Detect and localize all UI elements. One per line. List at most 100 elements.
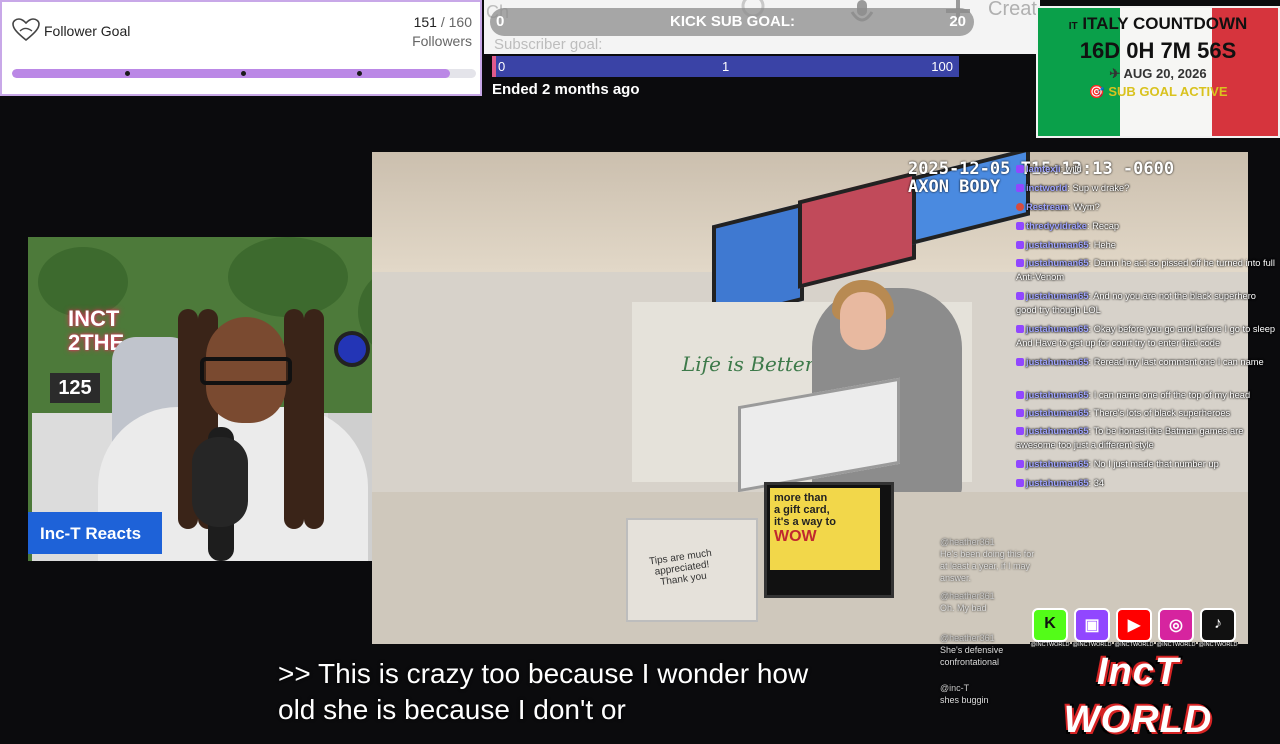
countdown-title-text: ITALY COUNTDOWN	[1082, 14, 1248, 33]
follower-target: 160	[448, 14, 472, 30]
chat-username[interactable]: justahuman65	[1026, 291, 1089, 301]
chat-username[interactable]: justahuman65	[1026, 478, 1089, 488]
streamer-hair	[304, 309, 324, 529]
subscriber-goal-end: 100	[931, 59, 953, 74]
pos-ad: more than a gift card, it's a way to WOW	[770, 488, 880, 570]
brand-logo: IncT WORLD	[1063, 651, 1213, 741]
chat-text: No I just made that number up	[1093, 459, 1219, 469]
youtube-icon[interactable]: ▶	[1116, 608, 1152, 642]
instagram-icon[interactable]: ◎	[1158, 608, 1194, 642]
chat-message: justahuman65: No I just made that number…	[1016, 457, 1278, 471]
kick-glyph: K	[1044, 615, 1056, 632]
chat-username[interactable]: justahuman65	[1026, 258, 1089, 268]
chat-text: Wym?	[1073, 202, 1100, 212]
kick-goal-target: 20	[949, 13, 966, 30]
employee-face	[840, 292, 886, 350]
countdown-title: IT ITALY COUNTDOWN	[1038, 14, 1278, 34]
chat-text: Recap	[1092, 221, 1120, 231]
subscriber-goal-label: Subscriber goal:	[494, 36, 603, 53]
webcam-badge-label: Inc-T Reacts	[40, 524, 142, 543]
chat-username[interactable]: justahuman65	[1026, 459, 1089, 469]
chat-message: justahuman65: I can name one off the top…	[1016, 388, 1278, 402]
chat-username[interactable]: thredyvidrake	[1026, 221, 1087, 231]
tiktok-icon[interactable]: ♪	[1200, 608, 1236, 642]
blue-light	[334, 331, 370, 367]
follower-current: 151	[413, 14, 437, 30]
overlay-chat-username: @inc-T	[940, 683, 970, 693]
chat-message: justahuman65: Reread my last comment one…	[1016, 355, 1278, 369]
subtitle-line2: old she is because I don't or	[278, 694, 626, 725]
countdown-time: 16D 0H 7M 56S	[1079, 38, 1237, 63]
foliage	[228, 237, 348, 317]
overlay-chat-message: @heather361 She's defensive confrontation…	[940, 632, 1040, 668]
kick-sub-goal-bar: 0 KICK SUB GOAL: 20	[490, 8, 974, 36]
follower-separator: /	[436, 14, 449, 30]
target-icon: 🎯	[1088, 84, 1105, 99]
chat-message: justahuman65: Damn he act so pissed off …	[1016, 256, 1278, 284]
chat-text: Reread my last comment one I can name	[1093, 357, 1264, 367]
chat-text: 34	[1093, 478, 1105, 488]
twitch-badge-icon	[1016, 241, 1024, 249]
heart-icon	[12, 18, 40, 42]
overlay-chat-message: @heather361 He's been doing this for at l…	[940, 536, 1040, 584]
streamer-glasses	[200, 357, 292, 385]
chat-message: justahuman65: 34	[1016, 476, 1278, 490]
twitch-icon[interactable]: ▣	[1074, 608, 1110, 642]
overlay-chat-username: @heather361	[940, 591, 995, 601]
chat-username[interactable]: justahuman65	[1026, 240, 1089, 250]
chat-text: Sup w drake?	[1072, 183, 1130, 193]
chat-username[interactable]: lamtexii	[1026, 164, 1061, 174]
chat-message: justahuman65: Hehe	[1016, 238, 1278, 252]
chat-message: justahuman65: Okay before you go and bef…	[1016, 322, 1278, 350]
overlay-chat-text: Oh. My bad	[940, 603, 987, 613]
twitch-badge-icon	[1016, 165, 1024, 173]
overlay-chat-text: He's been doing this for at least a year…	[940, 549, 1035, 583]
twitch-badge-icon	[1016, 259, 1024, 267]
webcam-name-badge: Inc-T Reacts	[28, 512, 162, 554]
twitch-badge-icon	[1016, 460, 1024, 468]
chat-username[interactable]: justahuman65	[1026, 390, 1089, 400]
twitch-badge-icon	[1016, 479, 1024, 487]
chat-username[interactable]: justahuman65	[1026, 357, 1089, 367]
instagram-glyph: ◎	[1169, 617, 1183, 634]
chat-message: justahuman65: There's lots of black supe…	[1016, 406, 1278, 420]
countdown-status-text: SUB GOAL ACTIVE	[1108, 84, 1228, 99]
social-links: K @INCTWORLD ▣ @INCTWORLD ▶ @INCTWORLD ◎…	[1030, 608, 1244, 650]
overlay-chat-message: @inc-T shes buggin	[940, 682, 1040, 706]
pos-ad-line3: it's a way to	[774, 516, 836, 528]
chat-message: justahuman65: To be honest the Batman ga…	[1016, 424, 1278, 452]
twitch-badge-icon	[1016, 325, 1024, 333]
ghost-text-create: Creat	[988, 0, 1037, 20]
studio-microphone	[192, 437, 248, 527]
overlay-chat-text: shes buggin	[940, 695, 989, 705]
progress-milestone-dot	[357, 71, 362, 76]
chat-message: lamtexii: wild	[1016, 162, 1278, 176]
tiktok-glyph: ♪	[1214, 615, 1222, 632]
chat-username[interactable]: Restream	[1026, 202, 1068, 212]
countdown-date-text: AUG 20, 2026	[1123, 66, 1207, 81]
kick-badge-icon	[1016, 203, 1024, 211]
twitch-badge-icon	[1016, 222, 1024, 230]
subscriber-goal-mid: 1	[722, 59, 730, 74]
flag-prefix: IT	[1068, 21, 1078, 32]
twitch-badge-icon	[1016, 391, 1024, 399]
countdown-date: ✈ AUG 20, 2026	[1038, 66, 1278, 82]
chat-username[interactable]: justahuman65	[1026, 408, 1089, 418]
follower-progress-fill	[12, 69, 451, 78]
overlay-chat-text: She's defensive confrontational	[940, 645, 1004, 667]
chat-username[interactable]: inctworld	[1026, 183, 1067, 193]
twitch-glyph: ▣	[1084, 617, 1100, 634]
twitch-badge-icon	[1016, 409, 1024, 417]
plane-icon: ✈	[1109, 66, 1121, 81]
chat-username[interactable]: justahuman65	[1026, 426, 1089, 436]
pos-ad-line1: more than	[774, 492, 828, 504]
neon-sign-line1: INCT	[68, 306, 120, 331]
chat-message: inctworld: Sup w drake?	[1016, 181, 1278, 195]
chat-username[interactable]: justahuman65	[1026, 324, 1089, 334]
chat-message: Restream: Wym?	[1016, 200, 1278, 214]
chat-message: thredyvidrake: Recap	[1016, 219, 1278, 233]
pos-ad-line2: a gift card,	[774, 504, 830, 516]
countdown-status: 🎯 SUB GOAL ACTIVE	[1038, 84, 1278, 100]
kick-goal-label: KICK SUB GOAL:	[670, 13, 795, 30]
kick-icon[interactable]: K	[1032, 608, 1068, 642]
